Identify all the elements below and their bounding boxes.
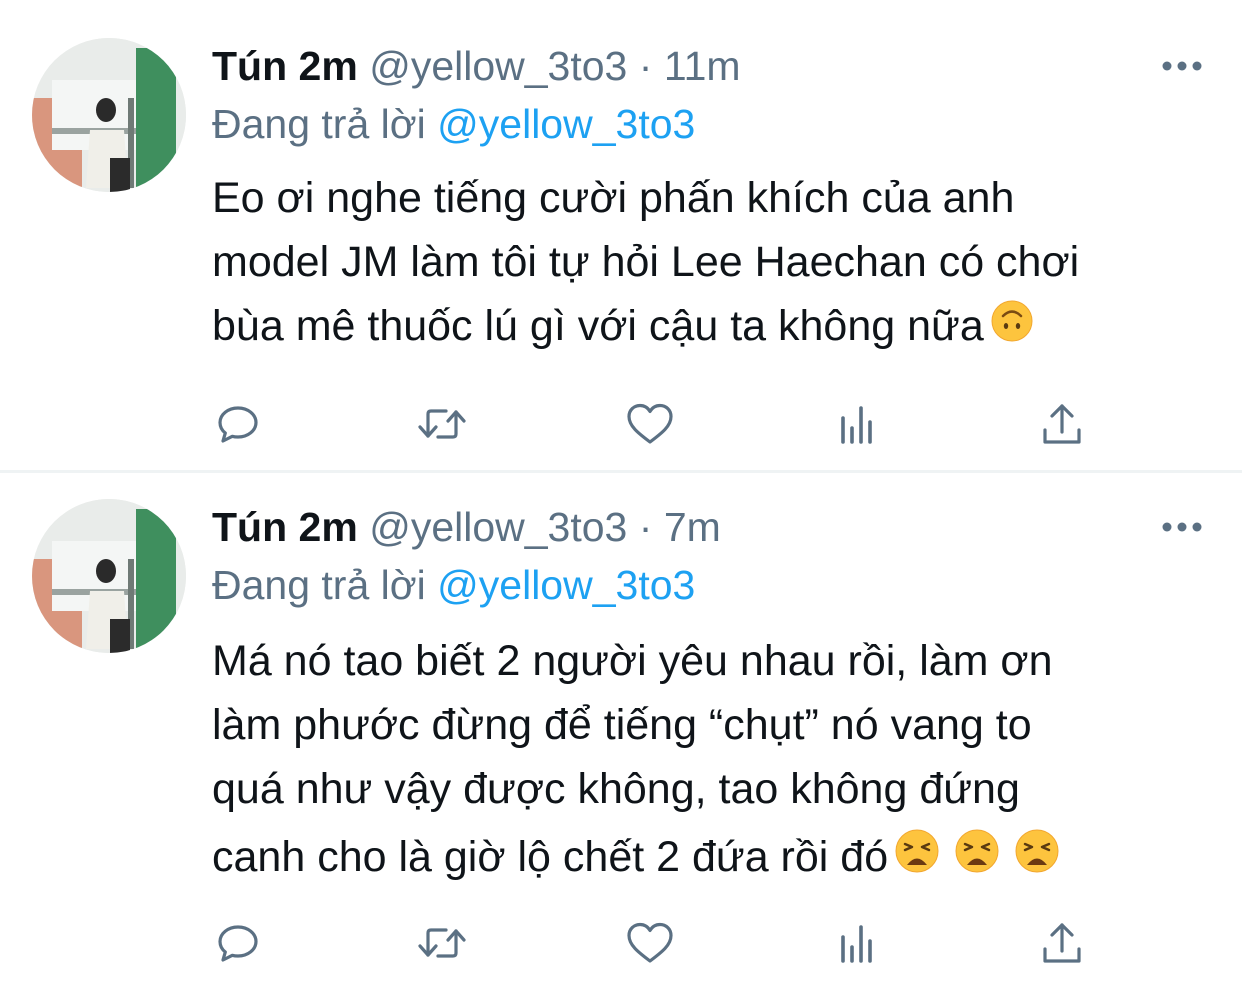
reply-button[interactable] (210, 915, 266, 971)
like-button[interactable] (622, 915, 678, 971)
replying-to: Đang trả lời @yellow_3to3 (212, 555, 695, 615)
tweet-text-line: Má nó tao biết 2 người yêu nhau rồi, làm… (212, 637, 1053, 685)
avatar[interactable] (32, 38, 186, 192)
more-horizontal-icon (1162, 522, 1202, 532)
share-icon (1043, 923, 1081, 963)
avatar-photo (32, 38, 186, 192)
more-options-button[interactable] (1152, 46, 1212, 86)
tweet-text-line-last: canh cho là giờ lộ chết 2 đứa rồi đó (212, 821, 1222, 893)
retweet-button[interactable] (414, 396, 470, 452)
reply-handle-link[interactable]: @yellow_3to3 (437, 101, 695, 147)
analytics-button[interactable] (828, 396, 884, 452)
heart-icon (627, 403, 673, 444)
reply-icon (218, 406, 258, 443)
replying-to-label: Đang trả lời (212, 562, 426, 608)
avatar[interactable] (32, 499, 186, 653)
user-handle[interactable]: @yellow_3to3 (369, 504, 627, 550)
tweet-text-line-last: bùa mê thuốc lú gì với cậu ta không nữa (212, 294, 1222, 358)
share-button[interactable] (1034, 396, 1090, 452)
tweet-text-line: Eo ơi nghe tiếng cười phấn khích của anh (212, 174, 1015, 222)
share-icon (1043, 404, 1081, 444)
heart-icon (627, 922, 673, 963)
display-name[interactable]: Tún 2m (212, 504, 358, 550)
timestamp[interactable]: 11m (664, 43, 741, 89)
more-options-button[interactable] (1152, 507, 1212, 547)
retweet-icon (418, 409, 466, 439)
weary-face-emoji (894, 824, 940, 896)
separator-dot: · (638, 43, 653, 89)
share-button[interactable] (1034, 915, 1090, 971)
weary-face-emoji (954, 824, 1000, 896)
tweet-text: Má nó tao biết 2 người yêu nhau rồi, làm… (212, 629, 1222, 893)
replying-to-label: Đang trả lời (212, 101, 426, 147)
reply-button[interactable] (210, 396, 266, 452)
more-horizontal-icon (1162, 61, 1202, 71)
like-button[interactable] (622, 396, 678, 452)
display-name[interactable]: Tún 2m (212, 43, 358, 89)
tweet-header: Tún 2m @yellow_3to3 · 11m (212, 36, 741, 96)
tweet-header: Tún 2m @yellow_3to3 · 7m (212, 497, 721, 557)
tweet-text-line: làm phước đừng để tiếng “chụt” nó vang t… (212, 701, 1032, 749)
tweet-actions (0, 915, 1242, 971)
upside-down-face-emoji (990, 297, 1034, 361)
tweet-text-segment: canh cho là giờ lộ chết 2 đứa rồi đó (212, 833, 889, 881)
user-handle[interactable]: @yellow_3to3 (369, 43, 627, 89)
avatar-photo (32, 499, 186, 653)
analytics-icon (841, 406, 872, 444)
retweet-icon (418, 928, 466, 958)
tweet[interactable]: Tún 2m @yellow_3to3 · 11m Đang trả lời @… (0, 0, 1242, 470)
tweet-text-line: quá như vậy được không, tao không đứng (212, 765, 1020, 813)
tweet[interactable]: Tún 2m @yellow_3to3 · 7m Đang trả lời @y… (0, 473, 1242, 988)
analytics-button[interactable] (828, 915, 884, 971)
tweet-actions (0, 396, 1242, 452)
reply-handle-link[interactable]: @yellow_3to3 (437, 562, 695, 608)
tweet-text-segment: bùa mê thuốc lú gì với cậu ta không nữa (212, 302, 984, 350)
weary-face-emoji (1014, 824, 1060, 896)
reply-icon (218, 925, 258, 962)
retweet-button[interactable] (414, 915, 470, 971)
tweet-text: Eo ơi nghe tiếng cười phấn khích của anh… (212, 166, 1222, 358)
analytics-icon (841, 925, 872, 963)
timestamp[interactable]: 7m (664, 504, 721, 550)
replying-to: Đang trả lời @yellow_3to3 (212, 94, 695, 154)
separator-dot: · (638, 504, 653, 550)
tweet-text-line: model JM làm tôi tự hỏi Lee Haechan có c… (212, 238, 1080, 286)
